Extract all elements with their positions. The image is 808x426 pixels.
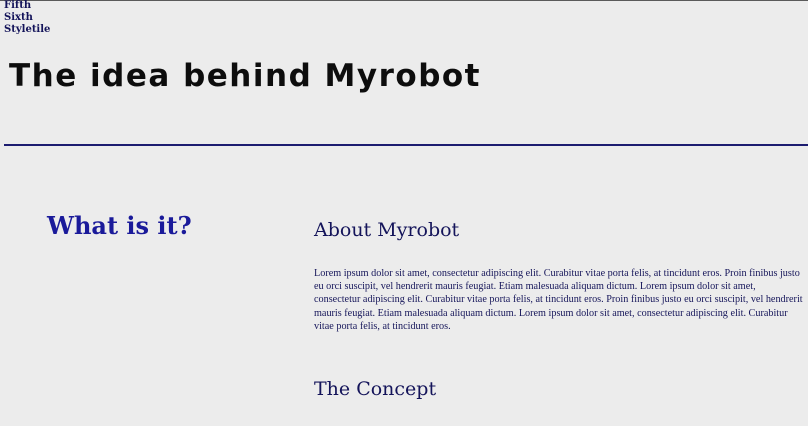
- page-title: The idea behind Myrobot: [9, 58, 481, 94]
- top-border: [0, 0, 808, 1]
- section-body-about: Lorem ipsum dolor sit amet, consectetur …: [314, 268, 803, 332]
- section-heading-concept: The Concept: [314, 378, 437, 400]
- sidebar-heading: What is it?: [47, 211, 192, 240]
- header-divider: [4, 144, 808, 146]
- nav-item-sixth[interactable]: Sixth: [4, 12, 50, 24]
- nav-item-fifth[interactable]: Fifth: [4, 0, 50, 12]
- section-heading-about: About Myrobot: [314, 219, 460, 241]
- nav-list: Fifth Sixth Styletile: [4, 0, 50, 36]
- nav-item-styletile[interactable]: Styletile: [4, 24, 50, 36]
